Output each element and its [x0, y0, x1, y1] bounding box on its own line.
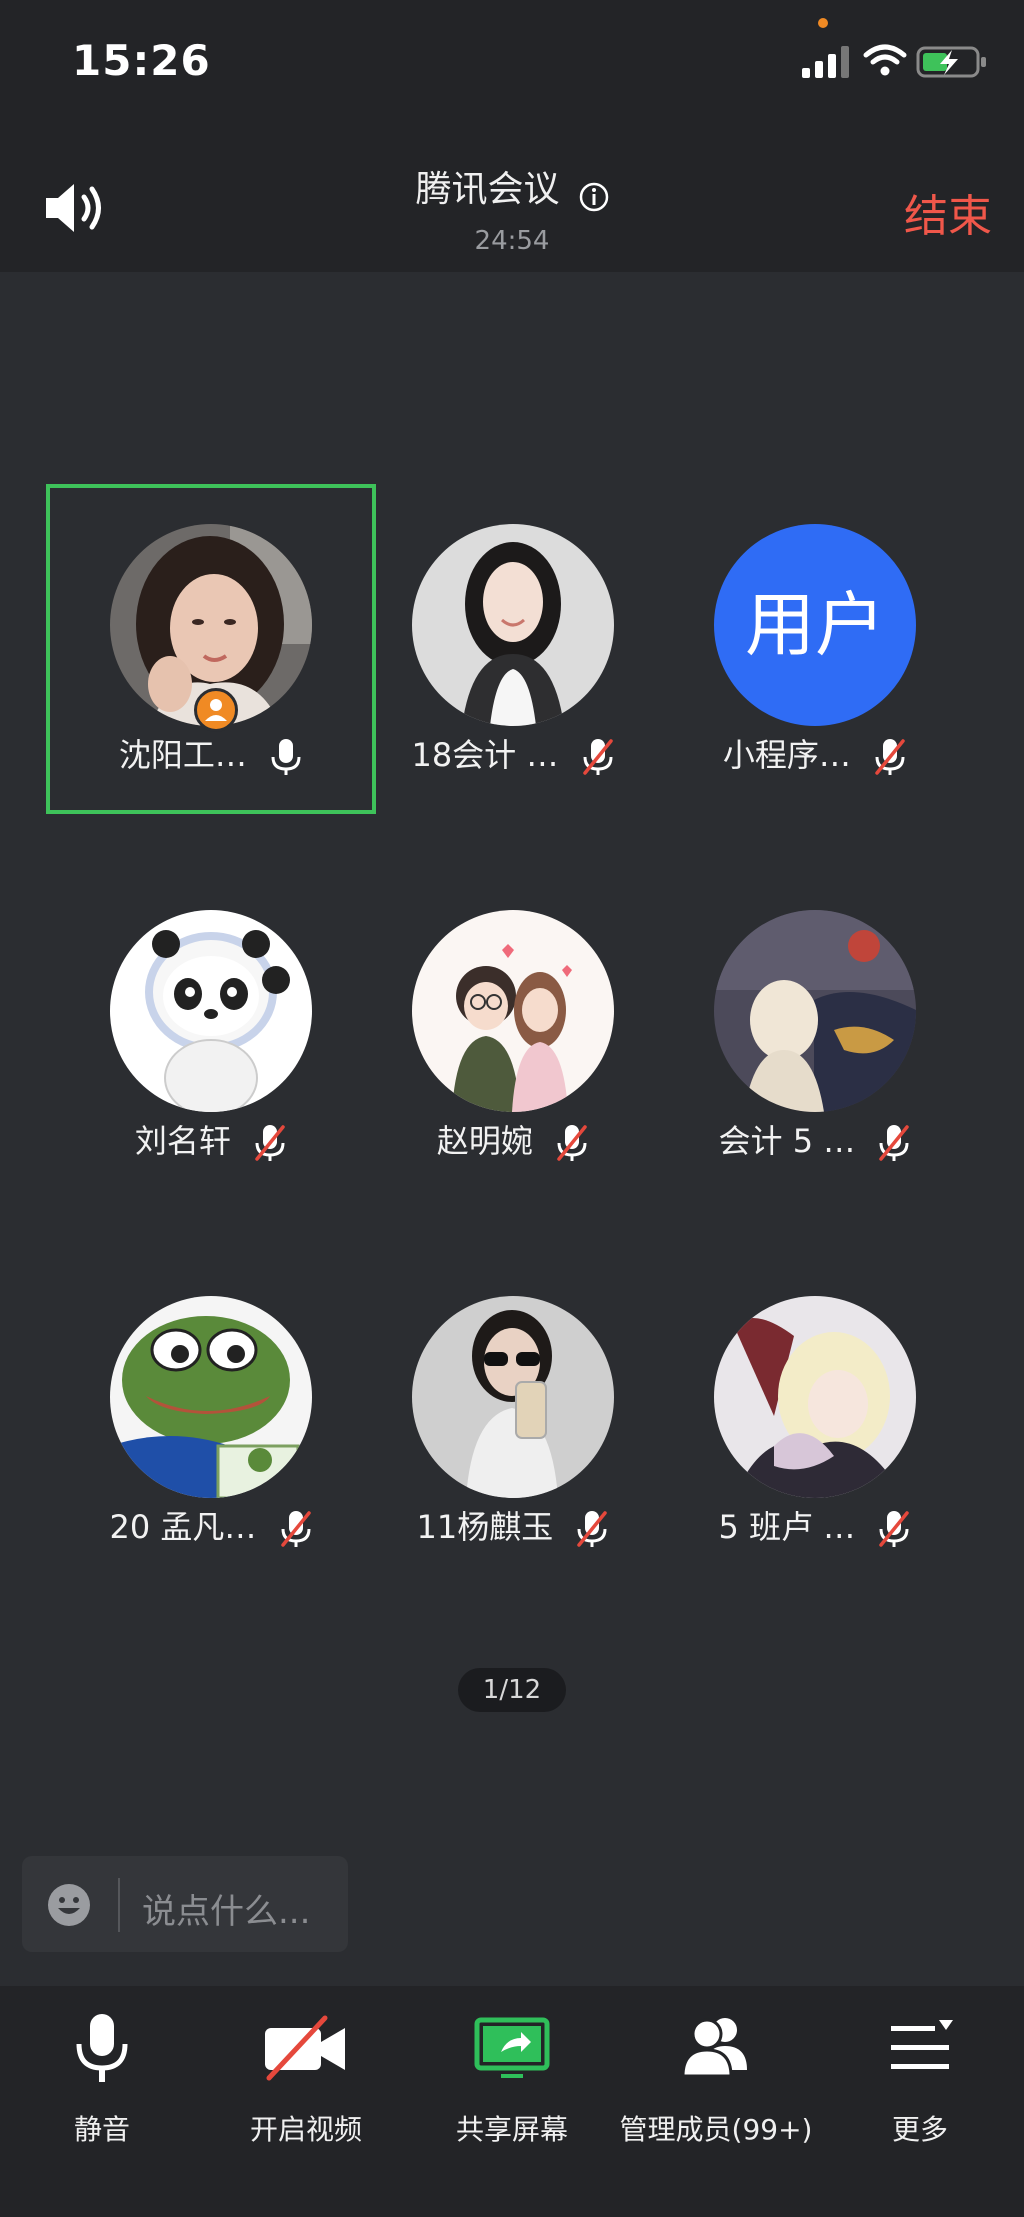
more-menu-icon	[891, 2020, 953, 2069]
participant-name: 小程序…	[722, 736, 851, 774]
bottom-toolbar: 静音 开启视频 共享屏幕 管理成员(99+) 更多	[0, 1986, 1024, 2217]
emoji-icon[interactable]	[46, 1882, 92, 1928]
avatar	[412, 1296, 614, 1498]
participant-name-row: 小程序…	[650, 730, 980, 777]
status-bar: 15:26	[0, 0, 1024, 130]
meeting-duration: 24:54	[474, 226, 550, 256]
video-label: 开启视频	[249, 2113, 362, 2146]
participant-name: 刘名轩	[134, 1122, 231, 1160]
avatar	[110, 910, 312, 1112]
participant-tile[interactable]: 刘名轩	[46, 870, 376, 1200]
share-screen-icon	[474, 2017, 550, 2078]
divider	[118, 1878, 120, 1932]
chat-input[interactable]: 说点什么...	[22, 1856, 348, 1952]
participant-name: 11杨麒玉	[416, 1508, 554, 1546]
share-screen-button[interactable]: 共享屏幕	[410, 1986, 614, 2146]
participant-name-row: 沈阳工…	[50, 730, 372, 777]
battery-charging-icon	[916, 46, 986, 78]
participant-tile[interactable]: 用户 小程序…	[650, 484, 980, 814]
more-label: 更多	[891, 2113, 948, 2146]
participant-name: 18会计 …	[411, 736, 559, 774]
participant-name: 5 班卢 …	[718, 1508, 856, 1546]
participant-tile[interactable]: 5 班卢 …	[650, 1256, 980, 1586]
mic-muted-icon	[255, 1125, 285, 1161]
avatar	[412, 524, 614, 726]
participant-name-row: 刘名轩	[46, 1116, 376, 1163]
host-badge-icon	[194, 688, 238, 732]
meeting-title[interactable]: 腾讯会议	[415, 169, 559, 210]
participant-tile[interactable]: 11杨麒玉	[348, 1256, 678, 1586]
participant-name-row: 会计 5 …	[650, 1116, 980, 1163]
avatar	[412, 910, 614, 1112]
mute-label: 静音	[73, 2113, 130, 2146]
avatar-placeholder: 用户	[714, 524, 916, 726]
info-icon[interactable]	[579, 182, 609, 212]
end-meeting-button[interactable]: 结束	[904, 180, 992, 244]
participant-name-row: 20 孟凡…	[46, 1502, 376, 1549]
avatar	[714, 1296, 916, 1498]
mic-muted-icon	[879, 1125, 910, 1161]
participant-tile[interactable]: 20 孟凡…	[46, 1256, 376, 1586]
participant-name-row: 5 班卢 …	[650, 1502, 980, 1549]
mic-muted-icon	[280, 1511, 311, 1547]
participant-name-row: 18会计 …	[348, 730, 678, 777]
participant-name: 会计 5 …	[718, 1122, 856, 1160]
mute-button[interactable]: 静音	[0, 1986, 204, 2146]
mic-muted-icon	[879, 1511, 910, 1547]
chat-placeholder: 说点什么...	[142, 1892, 311, 1932]
participant-tile[interactable]: 赵明婉	[348, 870, 678, 1200]
participant-name: 20 孟凡…	[109, 1508, 257, 1546]
avatar	[110, 1296, 312, 1498]
members-icon	[681, 2018, 747, 2078]
members-label: 管理成员(99+)	[619, 2113, 813, 2146]
participant-name-row: 赵明婉	[348, 1116, 678, 1163]
mic-muted-icon	[557, 1125, 587, 1161]
page-indicator: 1/12	[458, 1668, 566, 1712]
participant-name: 赵明婉	[436, 1122, 533, 1160]
recording-dot-icon	[818, 18, 828, 28]
participant-name: 沈阳工…	[118, 736, 247, 774]
mic-on-icon	[271, 739, 301, 775]
participant-tile[interactable]: 18会计 …	[348, 484, 678, 814]
participant-name-row: 11杨麒玉	[348, 1502, 678, 1549]
wifi-icon	[863, 44, 907, 76]
mic-muted-icon	[577, 1511, 608, 1547]
participant-tile[interactable]: 会计 5 …	[650, 870, 980, 1200]
signal-icon	[802, 46, 849, 78]
more-button[interactable]: 更多	[818, 1986, 1022, 2146]
manage-members-button[interactable]: 管理成员(99+)	[614, 1986, 818, 2146]
share-label: 共享屏幕	[455, 2113, 568, 2146]
video-off-icon	[265, 2015, 345, 2081]
mic-muted-icon	[875, 739, 905, 775]
meeting-header: 腾讯会议 24:54 结束	[0, 130, 1024, 272]
start-video-button[interactable]: 开启视频	[204, 1986, 408, 2146]
participant-tile[interactable]: 沈阳工…	[46, 484, 376, 814]
avatar	[714, 910, 916, 1112]
mic-muted-icon	[582, 739, 613, 775]
status-time: 15:26	[72, 36, 211, 85]
microphone-icon	[76, 2014, 128, 2082]
